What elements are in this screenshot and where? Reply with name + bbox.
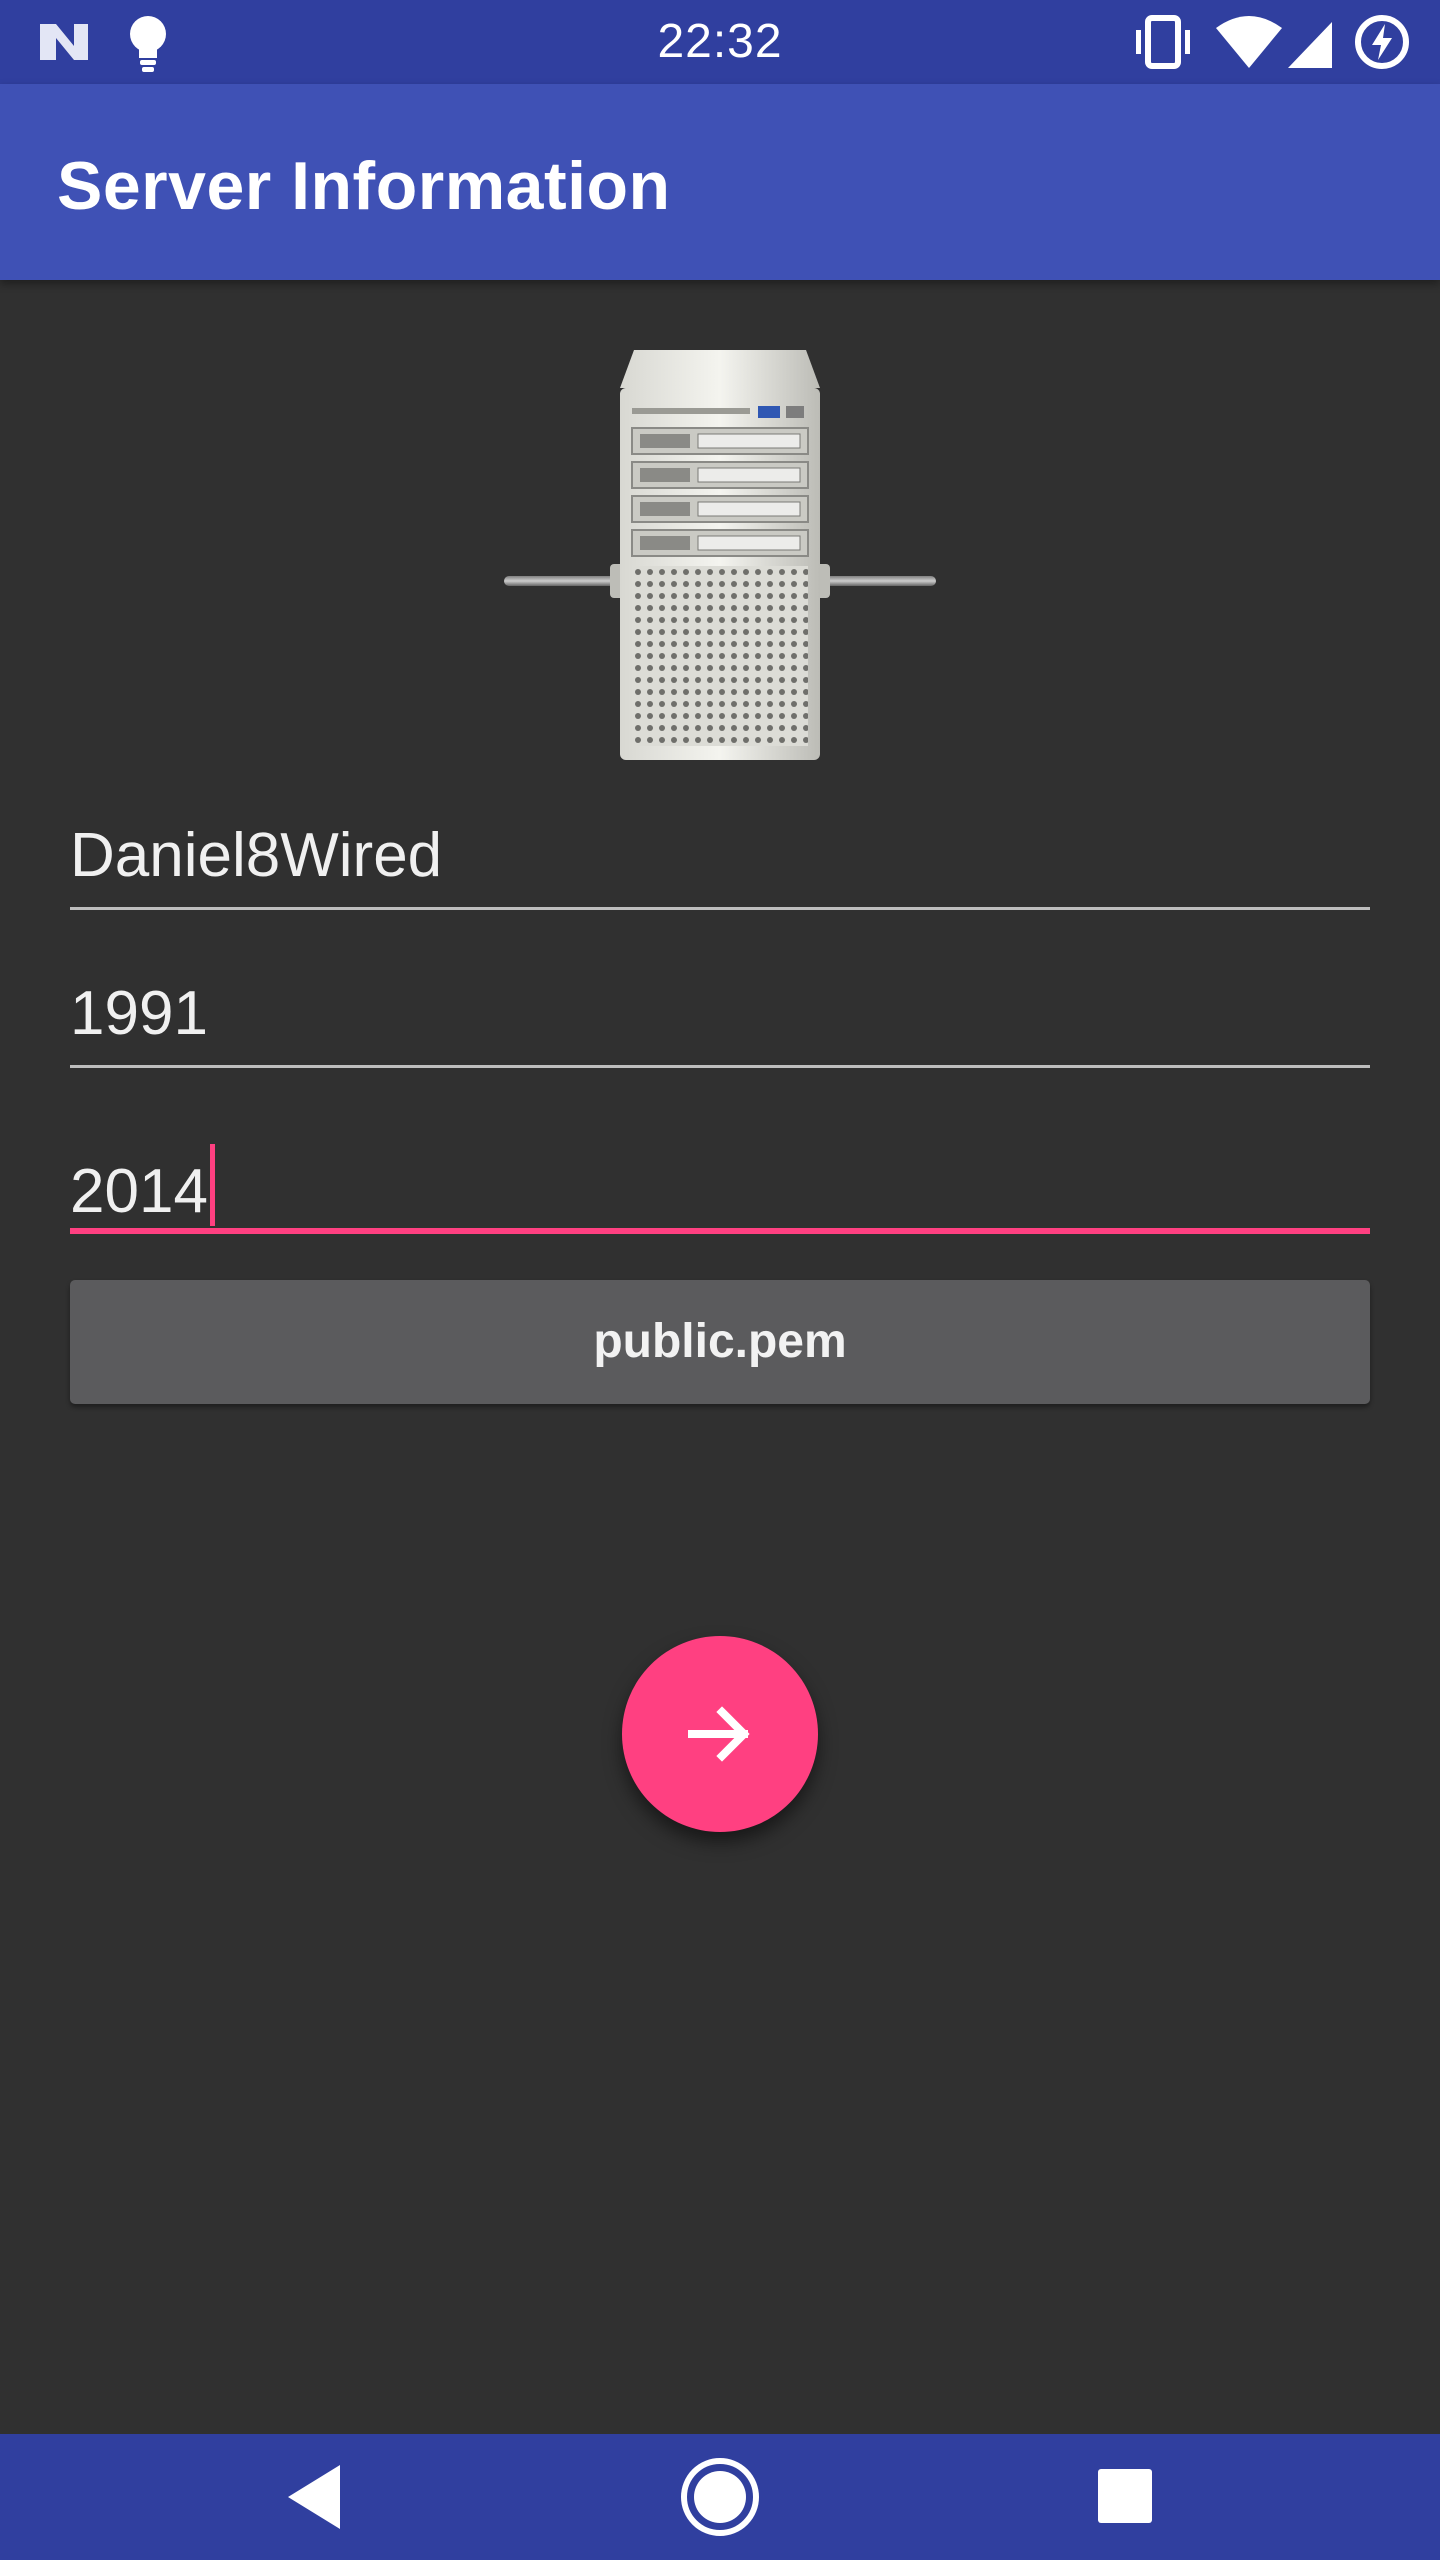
port-two-value: 2014: [70, 1157, 208, 1226]
battery-saver-icon: [1355, 15, 1409, 69]
page-title: Server Information: [57, 148, 671, 224]
next-button[interactable]: [622, 1636, 818, 1832]
text-cursor: [209, 1144, 215, 1226]
port-one-underline: [70, 1065, 1370, 1068]
home-icon[interactable]: [678, 2457, 762, 2541]
recents-icon[interactable]: [1094, 2457, 1158, 2537]
port-two-field[interactable]: 2014: [70, 1124, 1370, 1234]
server-name-field[interactable]: Daniel8Wired: [70, 800, 1370, 910]
status-bar: 22:32: [0, 0, 1440, 84]
vibrate-icon: [1136, 15, 1190, 69]
arrow-forward-icon: [688, 1706, 750, 1762]
server-tower-image: [504, 350, 936, 760]
navigation-bar: [0, 2434, 1440, 2560]
choose-key-file-button[interactable]: public.pem: [70, 1280, 1370, 1404]
port-two-input: 2014: [70, 1144, 215, 1227]
port-one-field[interactable]: 1991: [70, 958, 1370, 1068]
back-icon[interactable]: [280, 2457, 352, 2537]
server-name-value: Daniel8Wired: [70, 821, 443, 890]
port-two-underline: [70, 1228, 1370, 1234]
wifi-icon: [1216, 16, 1282, 68]
signal-icon: [1288, 22, 1332, 68]
port-one-value: 1991: [70, 979, 208, 1048]
server-name-underline: [70, 907, 1370, 910]
app-bar: Server Information: [0, 84, 1440, 280]
